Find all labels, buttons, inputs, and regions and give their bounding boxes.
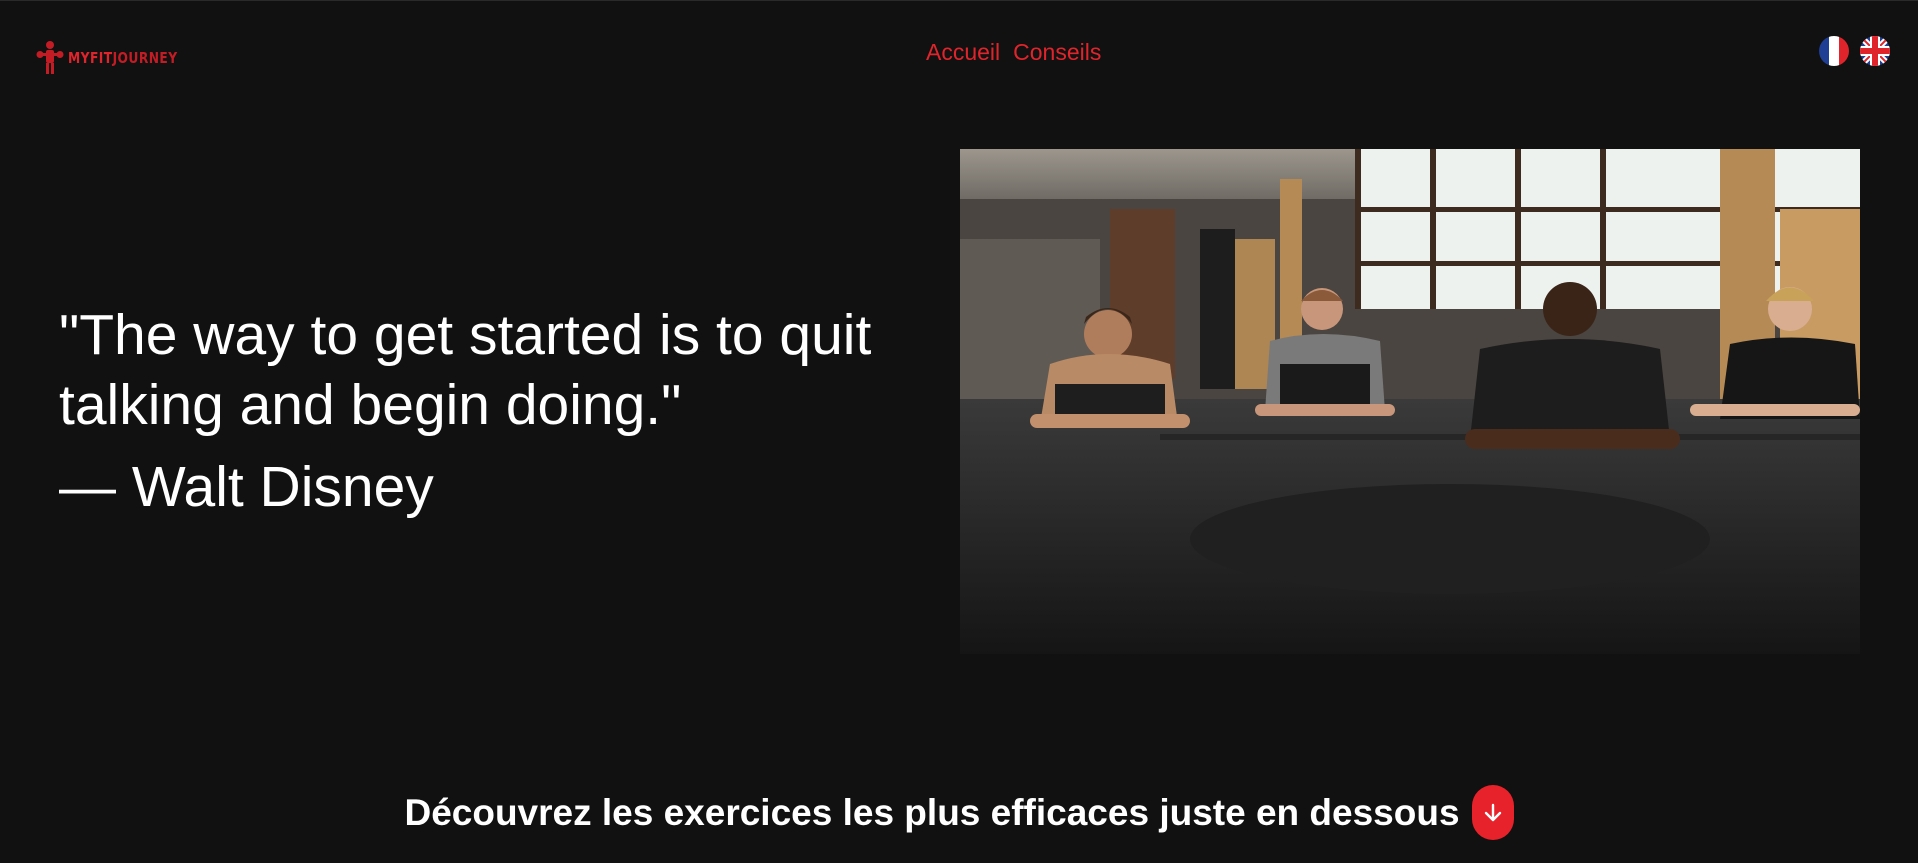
brand-name: MYFITJOURNEY [68,49,178,67]
scroll-down-button[interactable] [1471,785,1514,840]
nav-link-accueil[interactable]: Accueil [926,39,1000,66]
cta-section: Découvrez les exercices les plus efficac… [0,785,1918,840]
top-border [0,0,1918,1]
kettlebell-athlete-icon [36,41,64,74]
hero-quote: "The way to get started is to quit talki… [59,303,872,437]
main-nav: Accueil Conseils [926,39,1101,66]
brand-logo[interactable]: MYFITJOURNEY [36,40,202,76]
flag-fr-icon[interactable] [1819,36,1849,66]
quote-author: — Walt Disney [59,455,434,519]
nav-link-conseils[interactable]: Conseils [1013,39,1101,66]
arrow-down-icon [1484,803,1501,821]
flag-uk-icon[interactable] [1860,36,1890,66]
language-switcher [1819,36,1890,66]
hero-image [960,149,1860,654]
cta-text: Découvrez les exercices les plus efficac… [404,791,1460,833]
